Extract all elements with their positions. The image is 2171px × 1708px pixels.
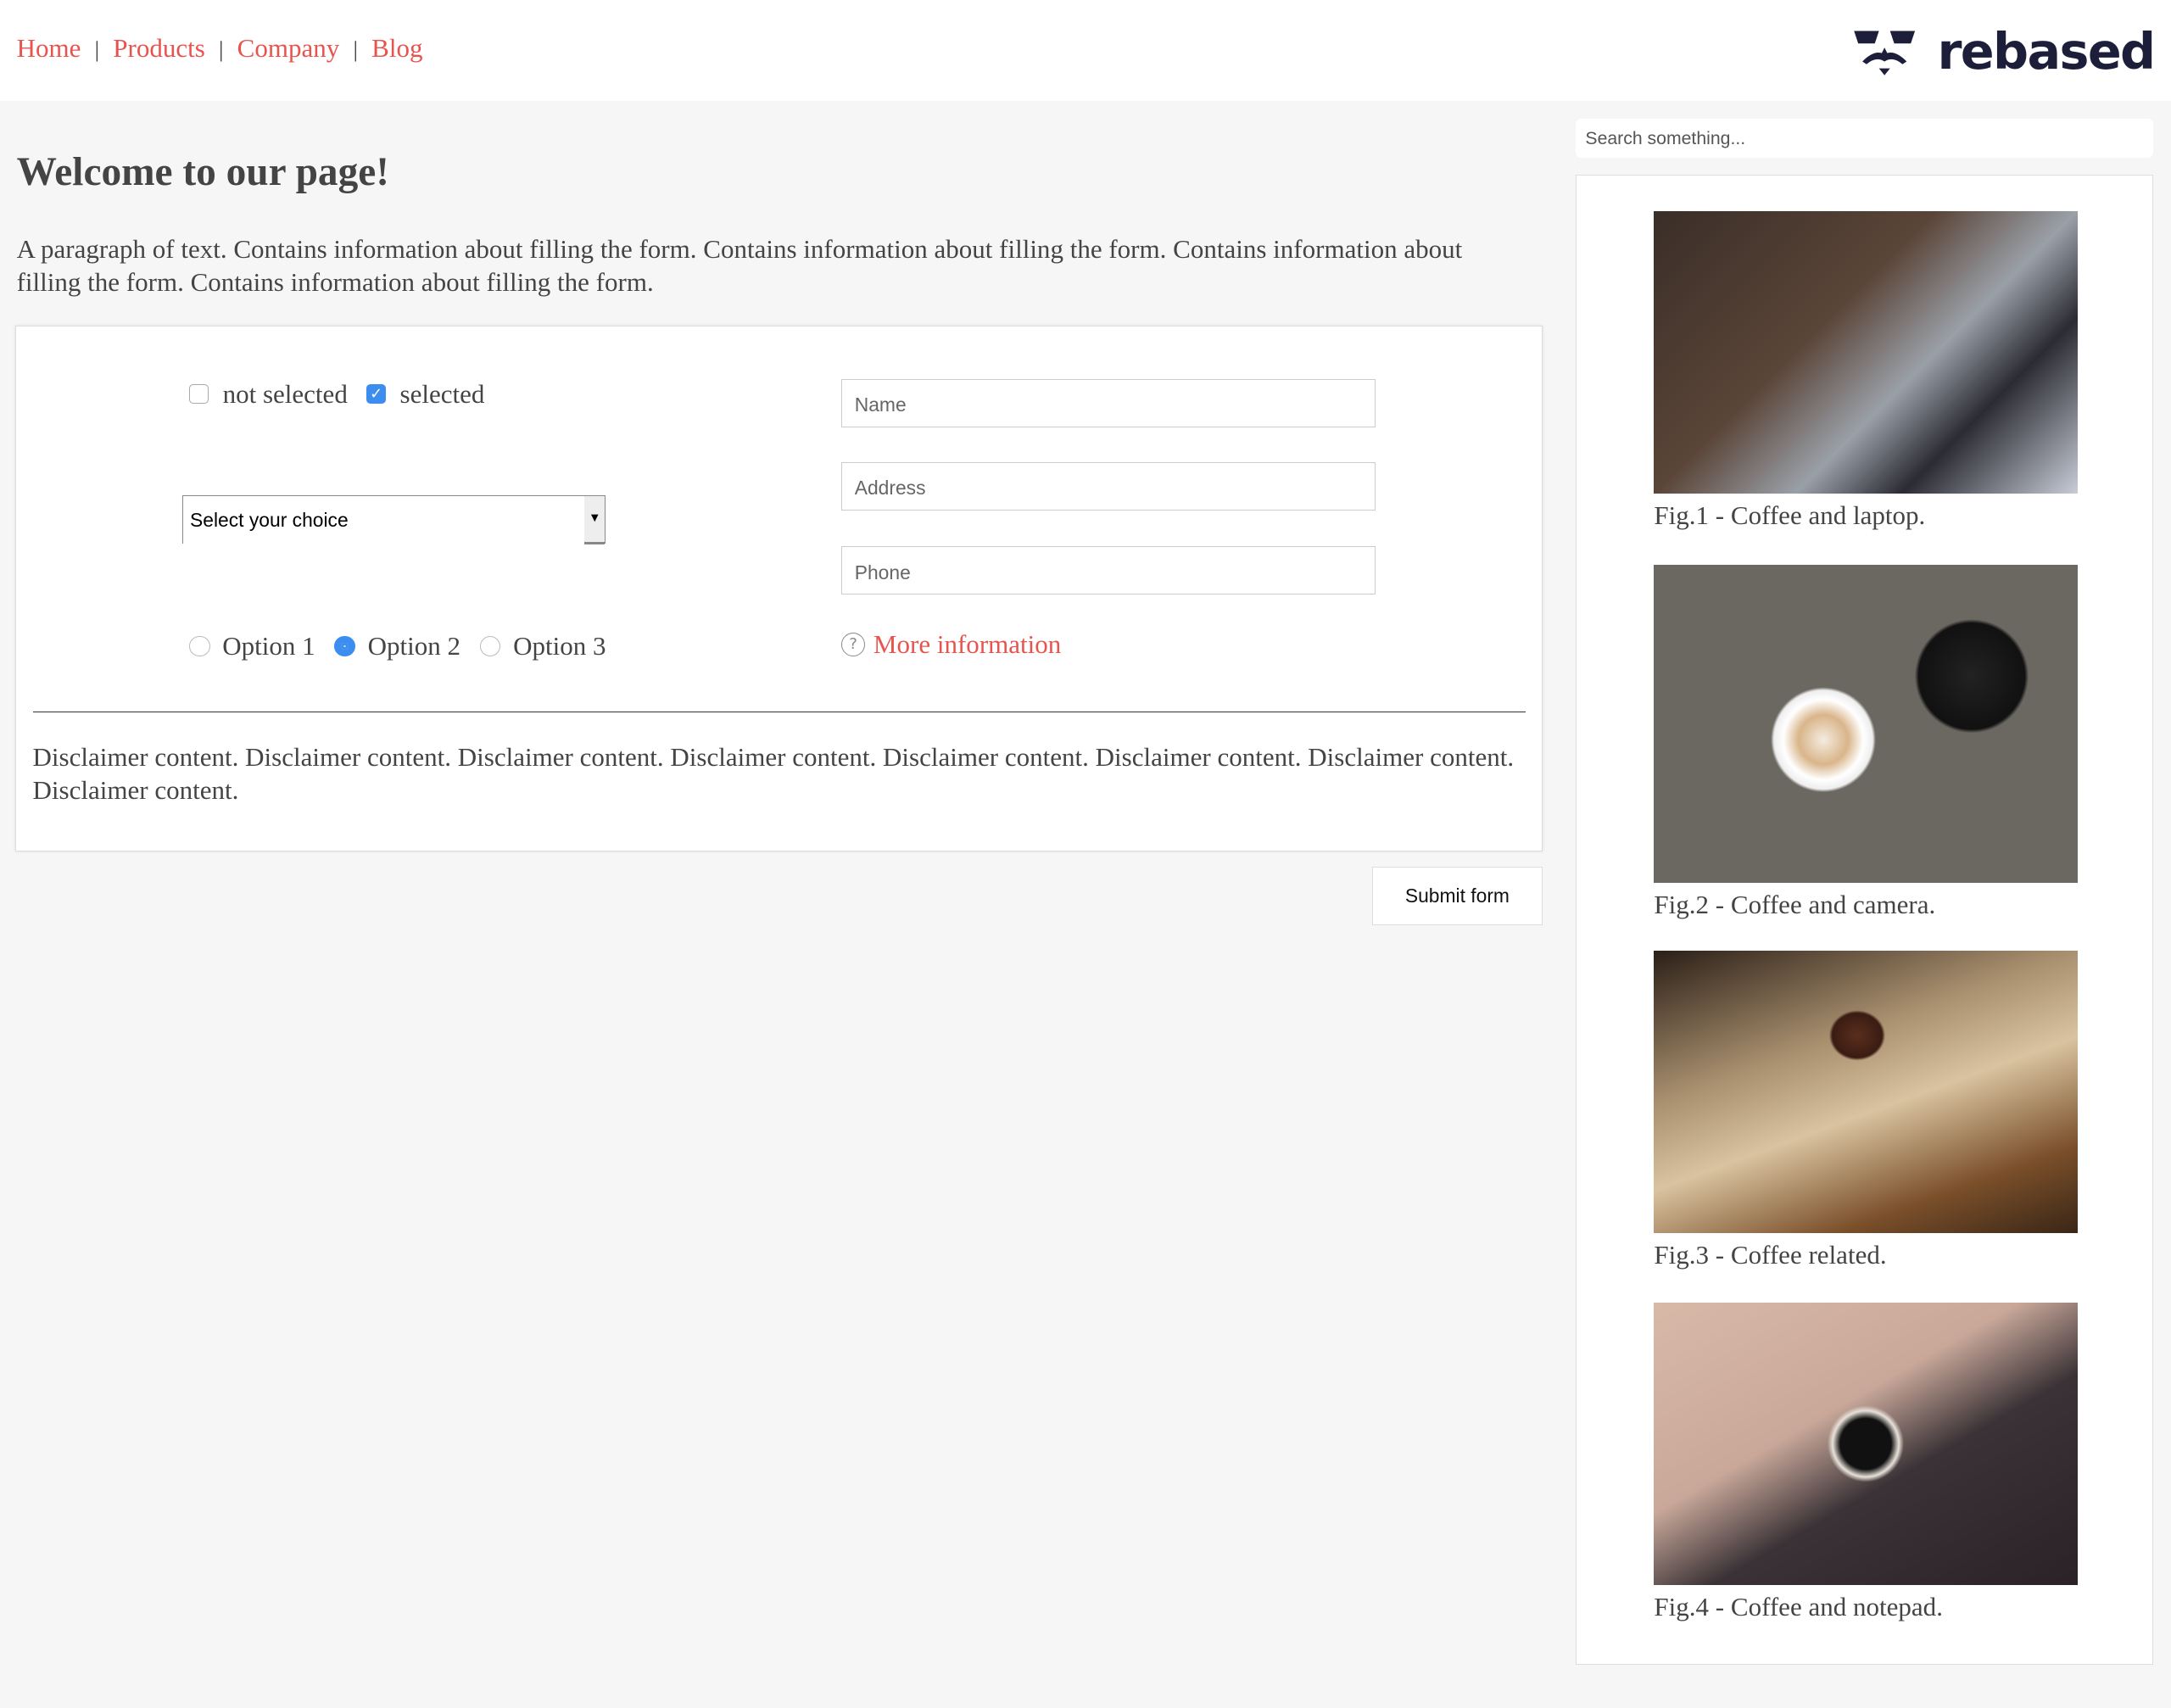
- radio-label: Option 2: [367, 630, 461, 661]
- nav-products[interactable]: Products: [113, 33, 205, 63]
- coffee-tamper-image: [1654, 951, 2079, 1234]
- search-input[interactable]: Search something...: [1576, 119, 2153, 159]
- page-title: Welcome to our page!: [16, 150, 390, 195]
- radio-option-1[interactable]: Option 1: [189, 631, 315, 661]
- figure-3: Fig.3 - Coffee related.: [1654, 951, 2079, 1270]
- address-input[interactable]: Address: [841, 461, 1376, 511]
- figure-caption: Fig.2 - Coffee and camera.: [1654, 890, 1936, 920]
- figure-caption: Fig.3 - Coffee related.: [1654, 1240, 1887, 1270]
- name-input[interactable]: Name: [841, 378, 1376, 427]
- help-icon: ?: [841, 633, 866, 657]
- checkbox-label: selected: [399, 378, 485, 409]
- checkbox-checked-icon[interactable]: ✓: [366, 384, 387, 405]
- nav-separator: |: [94, 37, 99, 63]
- nav-home[interactable]: Home: [17, 33, 81, 63]
- checkbox-icon[interactable]: [189, 384, 209, 405]
- figure-2: Fig.2 - Coffee and camera.: [1654, 564, 2079, 919]
- submit-button[interactable]: Submit form: [1372, 867, 1543, 925]
- figure-caption: Fig.1 - Coffee and laptop.: [1654, 500, 1926, 531]
- radio-option-3[interactable]: Option 3: [479, 630, 606, 661]
- nav: Home | Products | Company | Blog: [17, 33, 423, 64]
- coffee-notepad-image: [1654, 1302, 2079, 1585]
- choice-select[interactable]: Select your choice ▼: [181, 494, 606, 544]
- radio-label: Option 1: [222, 630, 315, 661]
- nav-blog[interactable]: Blog: [371, 33, 422, 63]
- radio-icon[interactable]: [189, 635, 210, 657]
- coffee-camera-image: [1654, 564, 2079, 884]
- sidebar-figures: Fig.1 - Coffee and laptop. Fig.2 - Coffe…: [1576, 174, 2153, 1665]
- header: Home | Products | Company | Blog rebased: [0, 0, 2171, 102]
- radio-option-2[interactable]: Option 2: [334, 631, 460, 661]
- nav-separator: |: [353, 37, 358, 63]
- more-information-link[interactable]: ? More information: [841, 629, 1061, 660]
- radio-icon[interactable]: [479, 635, 501, 657]
- nav-separator: |: [219, 37, 224, 63]
- figure-caption: Fig.4 - Coffee and notepad.: [1654, 1591, 1943, 1621]
- chevron-down-icon[interactable]: ▼: [583, 495, 606, 544]
- logo[interactable]: rebased: [1851, 22, 2156, 81]
- figure-4: Fig.4 - Coffee and notepad.: [1654, 1302, 2079, 1622]
- more-information-label: More information: [873, 629, 1062, 660]
- phone-input[interactable]: Phone: [841, 546, 1376, 595]
- divider: [32, 711, 1526, 713]
- nav-company[interactable]: Company: [237, 33, 340, 63]
- coffee-laptop-image: [1654, 211, 2079, 494]
- logo-text: rebased: [1937, 22, 2156, 81]
- select-value: Select your choice: [190, 508, 349, 531]
- figure-1: Fig.1 - Coffee and laptop.: [1654, 211, 2079, 531]
- logo-face-icon: [1854, 31, 1916, 75]
- disclaimer: Disclaimer content. Disclaimer content. …: [32, 741, 1515, 806]
- intro-paragraph: A paragraph of text. Contains informatio…: [16, 234, 1463, 298]
- checkbox-not-selected[interactable]: not selected: [189, 379, 348, 410]
- form: not selected ✓ selected Select your choic…: [14, 325, 1543, 852]
- checkbox-selected[interactable]: ✓ selected: [366, 379, 484, 410]
- checkbox-label: not selected: [222, 378, 348, 409]
- radio-label: Option 3: [513, 630, 606, 661]
- radio-selected-icon[interactable]: [334, 635, 355, 657]
